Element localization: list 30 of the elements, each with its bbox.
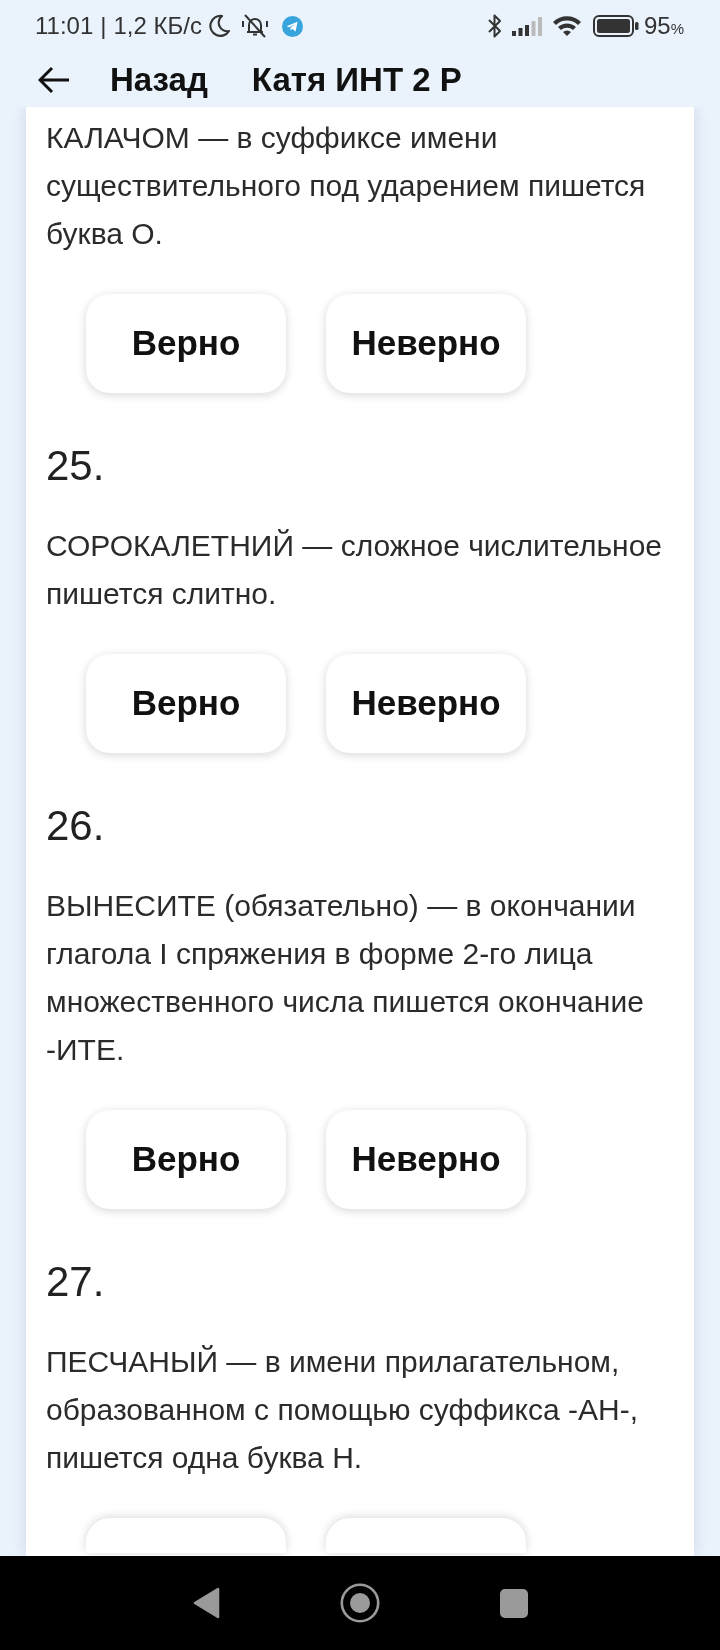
- question-text: СОРОКАЛЕТНИЙ — сложное числительное пишется слитно.: [46, 528, 663, 612]
- answer-button[interactable]: Верно: [86, 1110, 286, 1209]
- question-number: 26.: [46, 802, 105, 850]
- telegram-icon: [281, 15, 303, 37]
- separator-text: |: [100, 11, 107, 41]
- signal-icon: [511, 16, 543, 36]
- question-text: КАЛАЧОМ — в суффиксе имени существительного под ударением пишется буква О.: [46, 120, 647, 252]
- question-number: 27.: [46, 1258, 105, 1306]
- answer-button[interactable]: Неверно: [326, 294, 526, 393]
- question-text: ВЫНЕСИТЕ (обязательно) — в окончании глагола I спряжения в форме 2-го лица множественного числа пишется окончание -ИТЕ.: [46, 888, 645, 1068]
- answer-button[interactable]: Верно: [86, 294, 286, 393]
- clock-text: 11:01: [35, 11, 94, 41]
- question-number: 25.: [46, 442, 105, 490]
- bluetooth-icon: [486, 13, 503, 39]
- network-speed-text: 1,2 КБ/с: [113, 11, 202, 41]
- answer-button[interactable]: Неверно: [326, 654, 526, 753]
- answer-button[interactable]: Неверно: [326, 1110, 526, 1209]
- muted-bell-icon: [240, 13, 269, 39]
- back-icon[interactable]: [192, 1587, 220, 1619]
- battery-percent-text: 95%: [643, 11, 684, 41]
- back-link[interactable]: Назад: [110, 54, 208, 105]
- recents-icon[interactable]: [499, 1588, 528, 1618]
- battery-icon: [592, 15, 639, 37]
- back-arrow-icon[interactable]: [38, 65, 70, 94]
- home-icon[interactable]: [339, 1583, 380, 1623]
- answer-button[interactable]: Верно: [86, 654, 286, 753]
- page-title: Катя ИНТ 2 Р: [251, 59, 462, 100]
- question-text: ПЕСЧАНЫЙ — в имени прилагательном, образованном с помощью суффикса -АН-, пишется одна буква Н.: [46, 1344, 640, 1476]
- moon-icon: [207, 14, 230, 38]
- wifi-icon: [551, 14, 582, 38]
